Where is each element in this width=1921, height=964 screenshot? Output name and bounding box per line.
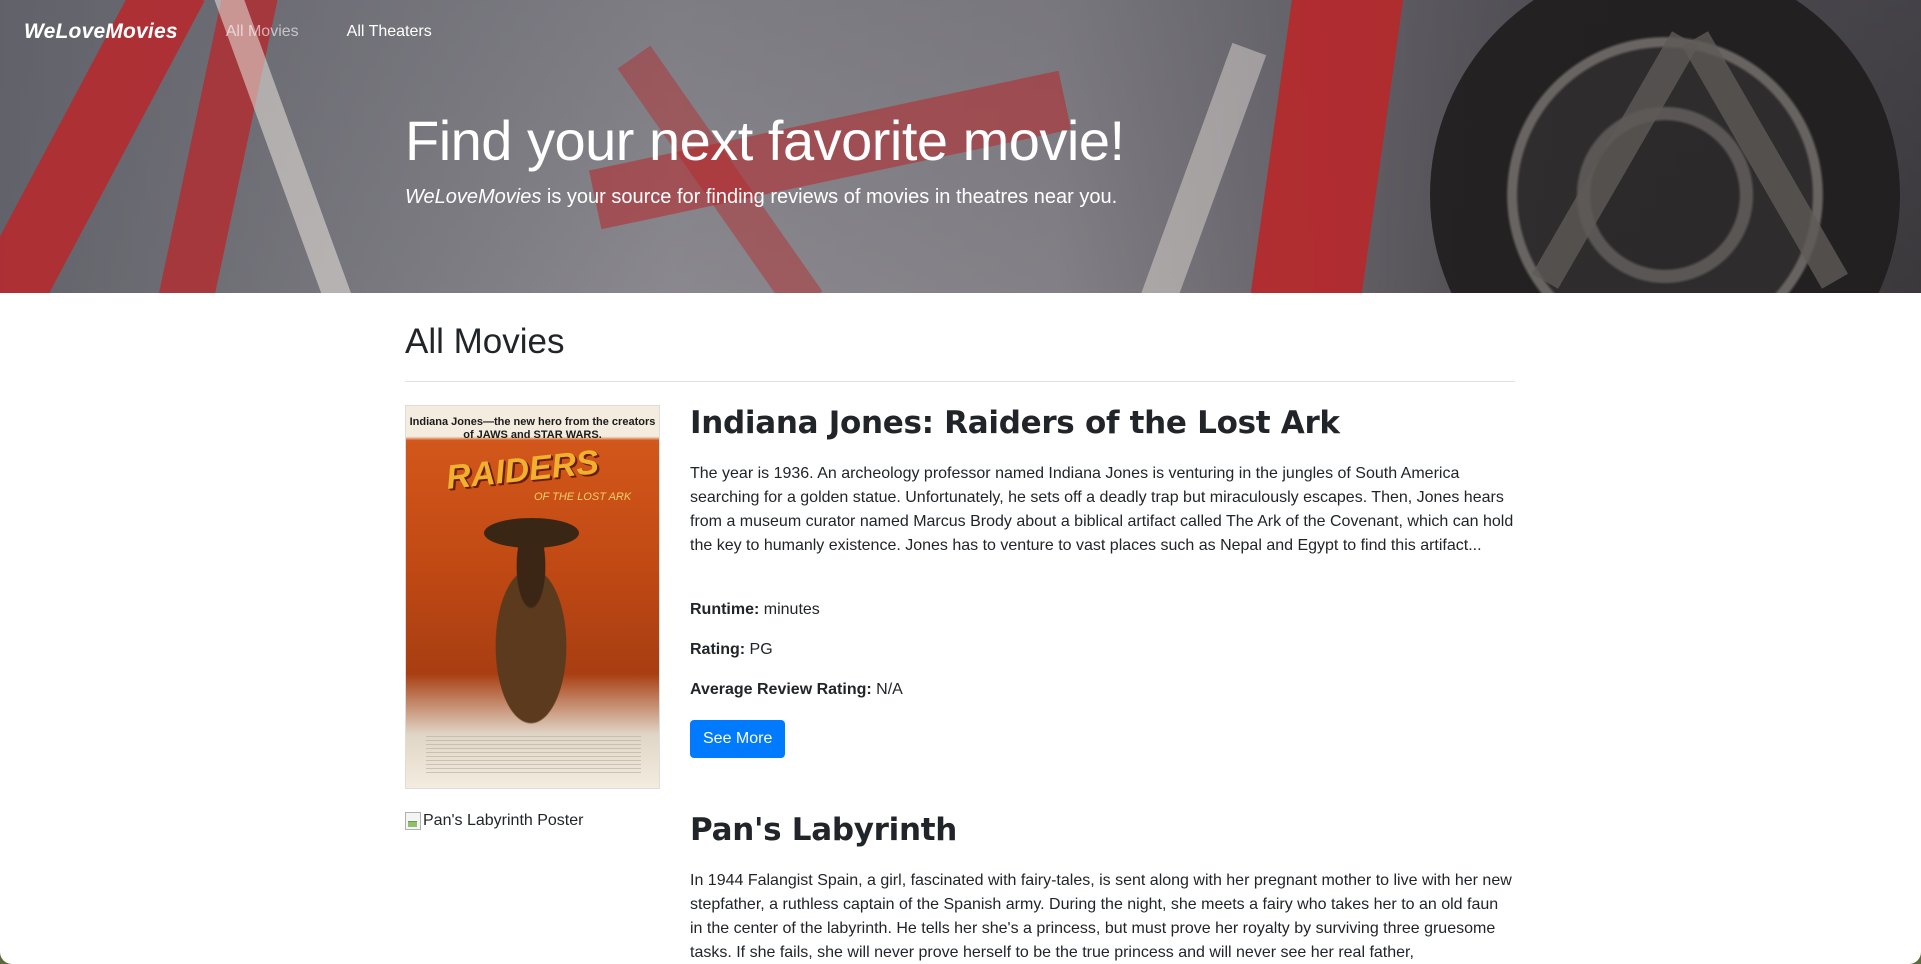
hero-subtitle-brand: WeLoveMovies — [405, 186, 542, 208]
poster-credits — [426, 736, 641, 776]
nav-link-all-movies[interactable]: All Movies — [226, 23, 299, 41]
section-divider — [405, 381, 1515, 382]
poster-tagline: Indiana Jones—the new hero from the crea… — [409, 416, 656, 441]
brand-logo[interactable]: WeLoveMovies — [24, 20, 178, 44]
section-title: All Movies — [405, 322, 565, 361]
average-rating-label: Average Review Rating: — [690, 681, 872, 698]
runtime-value: minutes — [759, 601, 820, 618]
hero-subtitle-text: is your source for finding reviews of mo… — [541, 186, 1118, 208]
poster-alt-text: Pan's Labyrinth Poster — [423, 812, 584, 829]
hero-film-strip-light — [1129, 42, 1267, 293]
rating-label: Rating: — [690, 641, 746, 658]
poster-logo: RAIDERS — [444, 443, 601, 497]
movie-title: Indiana Jones: Raiders of the Lost Ark — [690, 405, 1340, 441]
see-more-button[interactable]: See More — [690, 720, 786, 758]
movie-rating: Rating: PG — [690, 641, 773, 659]
movie-description: In 1944 Falangist Spain, a girl, fascina… — [690, 872, 1512, 961]
movie-runtime: Runtime: minutes — [690, 601, 820, 619]
poster-logo-subtitle: OF THE LOST ARK — [534, 491, 632, 503]
window-frame: WeLoveMovies All Movies All Theaters Fin… — [0, 0, 1921, 964]
nav-link-all-theaters[interactable]: All Theaters — [347, 23, 432, 41]
hero-title: Find your next favorite movie! — [405, 109, 1125, 172]
hero-banner: WeLoveMovies All Movies All Theaters Fin… — [0, 0, 1921, 293]
browser-viewport: WeLoveMovies All Movies All Theaters Fin… — [0, 0, 1921, 964]
poster-hat-illustration — [484, 518, 579, 548]
movie-card: Pan's Labyrinth Poster Pan's Labyrinth I… — [405, 812, 1515, 964]
movie-description: The year is 1936. An archeology professo… — [690, 465, 1514, 554]
average-rating-value: N/A — [871, 681, 903, 698]
movie-title: Pan's Labyrinth — [690, 812, 958, 848]
movie-poster-broken[interactable]: Pan's Labyrinth Poster — [405, 812, 583, 830]
hero-subtitle: WeLoveMovies is your source for finding … — [405, 186, 1117, 209]
rating-value: PG — [745, 641, 773, 658]
runtime-label: Runtime: — [690, 601, 760, 618]
movie-poster[interactable]: Indiana Jones—the new hero from the crea… — [405, 405, 660, 789]
movie-average-rating: Average Review Rating: N/A — [690, 681, 903, 699]
poster-figure-illustration — [476, 526, 586, 726]
movie-card: Indiana Jones—the new hero from the crea… — [405, 405, 1515, 789]
broken-image-icon — [405, 812, 421, 830]
top-navbar: WeLoveMovies All Movies All Theaters — [0, 0, 1921, 64]
